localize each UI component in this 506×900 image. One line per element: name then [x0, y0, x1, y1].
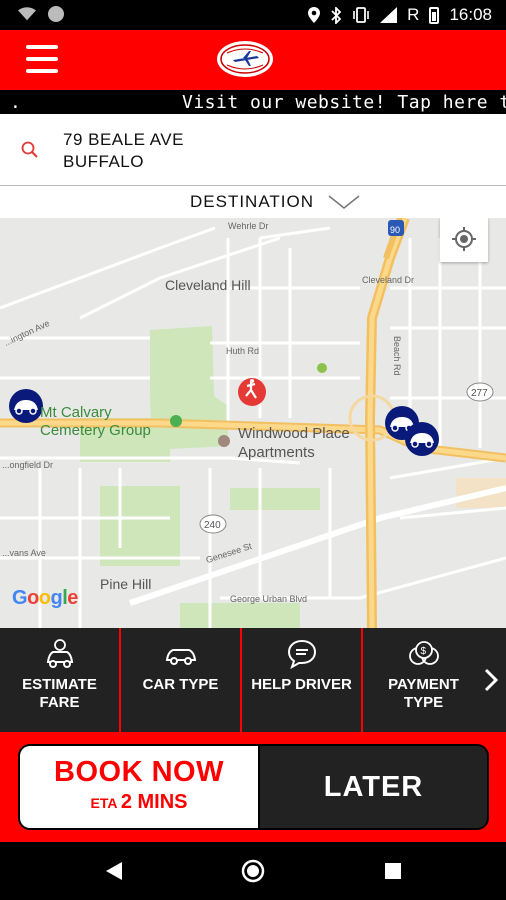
pickup-address: 79 BEALE AVE BUFFALO — [63, 129, 184, 173]
back-icon[interactable] — [104, 860, 124, 882]
app-header — [0, 30, 506, 90]
payment-type-label: PAYMENT TYPE — [388, 676, 459, 711]
pickup-address-field[interactable]: 79 BEALE AVE BUFFALO — [0, 114, 506, 186]
car-icon — [165, 649, 196, 665]
search-icon — [21, 141, 38, 158]
car-type-button[interactable]: CAR TYPE — [121, 628, 242, 732]
announcement-ticker[interactable]: . Visit our website! Tap here to — [0, 90, 506, 114]
coins-icon: $ — [408, 641, 439, 665]
clock: 16:08 — [449, 5, 492, 24]
destination-label: DESTINATION — [190, 192, 315, 211]
pickup-address-line1: 79 BEALE AVE — [63, 130, 184, 149]
menu-bar — [26, 57, 58, 61]
estimate-fare-button[interactable]: ESTIMATE FARE — [0, 628, 121, 732]
map-label-street: Wehrle Dr — [228, 221, 269, 231]
map-label-street: George Urban Blvd — [230, 594, 308, 604]
ticker-lead: . — [10, 92, 22, 113]
crosshair-icon — [452, 227, 476, 251]
pickup-address-line2: BUFFALO — [63, 152, 144, 171]
map-label-poi: Windwood Place Apartments — [238, 425, 350, 461]
route-240-label: 240 — [204, 520, 221, 531]
car-type-label: CAR TYPE — [142, 676, 219, 693]
recents-icon[interactable] — [384, 862, 402, 880]
wifi-icon — [18, 7, 36, 21]
car-marker-icon — [9, 389, 43, 423]
ticker-text: Visit our website! Tap here to — [182, 92, 506, 113]
map-label-street: Beach Rd — [392, 336, 402, 376]
help-driver-label: HELP DRIVER — [251, 676, 352, 693]
location-icon — [308, 7, 321, 23]
chevron-right-icon[interactable] — [482, 668, 500, 692]
battery-icon — [429, 6, 440, 24]
menu-bar — [26, 69, 58, 73]
menu-bar — [26, 45, 58, 49]
map-label-poi: Mt Calvary Cemetery Group — [40, 404, 151, 439]
map-label-street: ...ongfield Dr — [2, 460, 54, 470]
route-90-label: 90 — [390, 225, 400, 235]
eta-text: ETA 2 MINS — [20, 791, 258, 814]
booking-toggle: BOOK NOW ETA 2 MINS LATER — [18, 744, 489, 830]
map-label-neighborhood: Cleveland Hill — [165, 277, 251, 293]
help-driver-button[interactable]: HELP DRIVER — [242, 628, 363, 732]
eta-prefix: ETA — [90, 795, 117, 811]
later-button[interactable]: LATER — [260, 746, 487, 828]
car-fare-icon — [46, 639, 73, 668]
my-location-button[interactable] — [440, 218, 488, 262]
estimate-fare-label: ESTIMATE FARE — [22, 676, 97, 711]
payment-type-button[interactable]: $ PAYMENT TYPE — [363, 628, 484, 732]
status-bar: R 16:08 — [0, 0, 506, 30]
svg-text:$: $ — [420, 646, 426, 657]
vibrate-icon — [353, 7, 369, 23]
eta-value: 2 MINS — [120, 791, 188, 813]
menu-button[interactable] — [26, 45, 58, 75]
home-icon[interactable] — [241, 859, 265, 883]
bluetooth-icon — [331, 6, 342, 24]
chat-bubble-icon — [287, 639, 316, 670]
destination-selector[interactable]: DESTINATION — [0, 186, 506, 218]
book-now-label: BOOK NOW — [54, 756, 224, 788]
route-277-label: 277 — [471, 388, 488, 399]
signal-icon — [380, 7, 398, 23]
map-view[interactable]: 90 277 240 Wehrle Dr Cleveland Hill Clev… — [0, 218, 506, 628]
book-now-button[interactable]: BOOK NOW ETA 2 MINS — [20, 746, 260, 828]
map-label-street: Cleveland Dr — [362, 275, 415, 285]
map-label-street: ...vans Ave — [2, 548, 46, 558]
action-toolbar: ESTIMATE FARE CAR TYPE HELP DRIVER $ PAY… — [0, 628, 506, 732]
map-label-street: Huth Rd — [226, 346, 260, 356]
booking-bar: BOOK NOW ETA 2 MINS LATER — [0, 732, 506, 842]
notification-dot-icon — [48, 6, 64, 22]
system-nav-bar — [0, 842, 506, 900]
app-logo — [217, 41, 273, 77]
later-label: LATER — [323, 770, 424, 803]
chevron-down-icon — [328, 195, 360, 209]
map-label-neighborhood: Pine Hill — [100, 576, 152, 592]
google-logo: Google — [12, 587, 78, 609]
car-marker-icon — [405, 422, 439, 456]
network-indicator: R — [407, 5, 420, 24]
